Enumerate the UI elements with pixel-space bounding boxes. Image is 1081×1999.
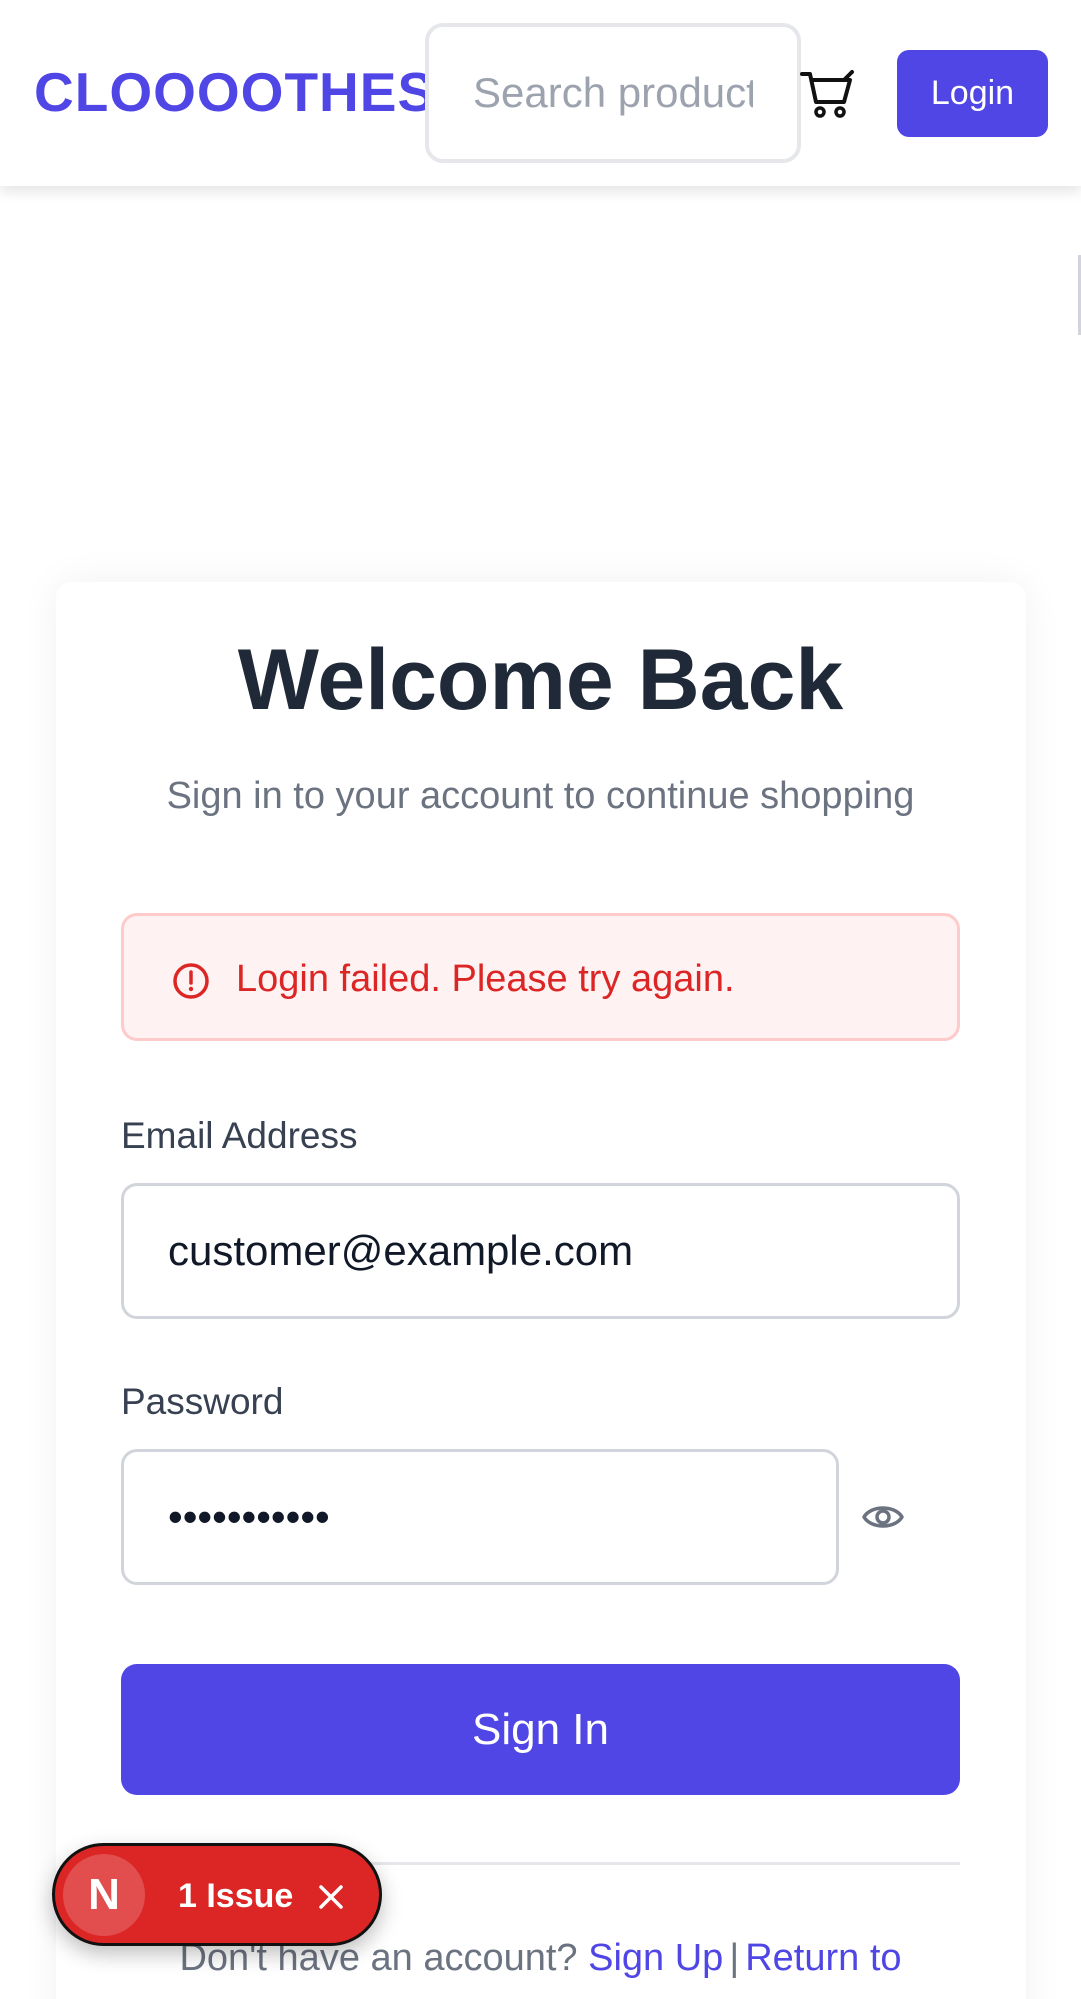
password-field[interactable] <box>124 1452 836 1582</box>
password-label: Password <box>121 1381 284 1422</box>
alert-circle-icon <box>173 963 209 999</box>
site-header: CLOOOOTHES Login <box>0 0 1081 186</box>
email-field[interactable] <box>124 1186 957 1316</box>
header-login-button[interactable]: Login <box>897 50 1048 137</box>
nextjs-logo[interactable]: N <box>63 1854 145 1936</box>
page-subtitle: Sign in to your account to continue shop… <box>166 775 915 817</box>
issues-count[interactable]: 1 Issue <box>178 1876 293 1916</box>
error-alert: Login failed. Please try again. <box>121 913 960 1041</box>
sign-in-button[interactable]: Sign In <box>121 1664 960 1795</box>
cart-icon[interactable] <box>800 68 856 120</box>
password-field-wrapper[interactable] <box>121 1449 839 1585</box>
eye-icon[interactable] <box>861 1497 905 1537</box>
search-box[interactable] <box>425 23 801 163</box>
link-separator: | <box>729 1937 740 1979</box>
email-label: Email Address <box>121 1115 358 1156</box>
dev-issues-badge[interactable]: N 1 Issue <box>52 1843 382 1946</box>
return-link[interactable]: Return to <box>745 1937 901 1979</box>
search-input[interactable] <box>429 27 797 159</box>
sign-up-link[interactable]: Sign Up <box>588 1937 723 1979</box>
brand-logo[interactable]: CLOOOOTHES <box>34 62 435 122</box>
error-message: Login failed. Please try again. <box>236 958 735 1000</box>
close-icon[interactable] <box>316 1882 346 1912</box>
email-field-wrapper[interactable] <box>121 1183 960 1319</box>
page-title: Welcome Back <box>237 632 844 728</box>
